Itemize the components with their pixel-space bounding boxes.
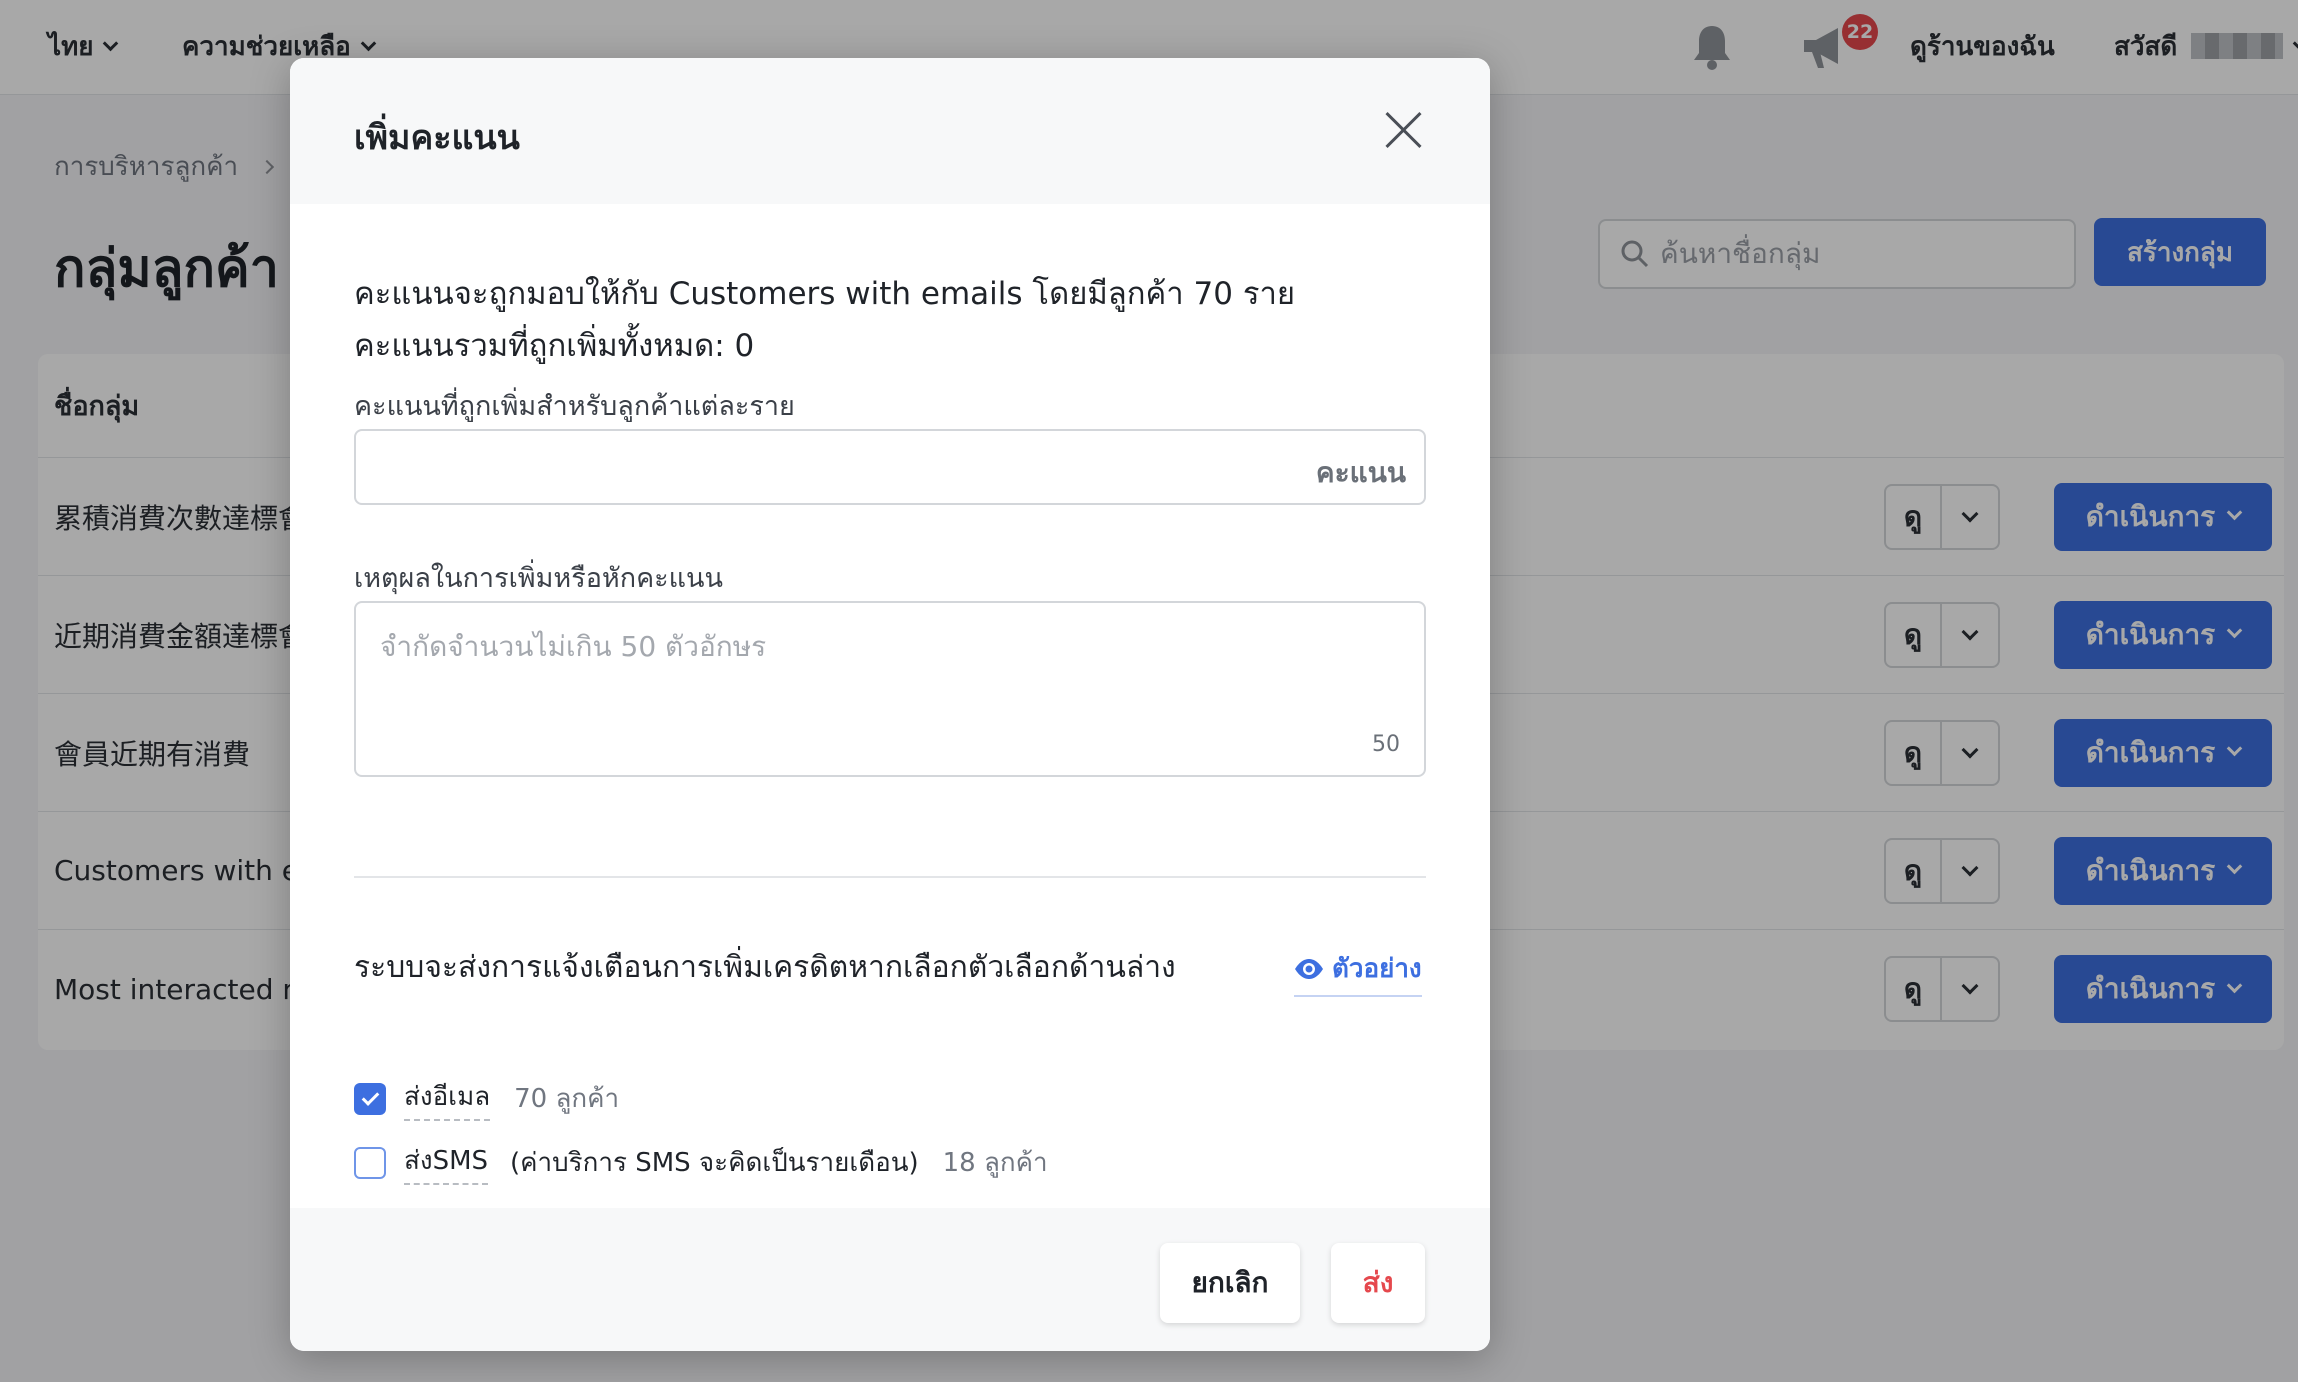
preview-label: ตัวอย่าง xyxy=(1332,954,1422,984)
dialog-title: เพิ่มคะแนน xyxy=(354,118,520,158)
character-counter: 50 xyxy=(1372,732,1400,757)
send-button[interactable]: ส่ง xyxy=(1331,1243,1425,1323)
send-email-option[interactable]: ส่งอีเมล 70 ลูกค้า xyxy=(354,1076,619,1121)
email-checkbox[interactable] xyxy=(354,1082,386,1115)
send-sms-option[interactable]: ส่งSMS (ค่าบริการ SMS จะคิดเป็นรายเดือน)… xyxy=(354,1140,1048,1185)
checkmark-icon xyxy=(361,1087,379,1106)
points-suffix: คะแนน xyxy=(1315,456,1406,489)
preview-link[interactable]: ตัวอย่าง xyxy=(1294,948,1422,997)
sms-option-label[interactable]: ส่งSMS xyxy=(404,1140,489,1185)
sms-checkbox[interactable] xyxy=(354,1146,386,1179)
divider xyxy=(354,876,1426,878)
dialog-footer: ยกเลิก ส่ง xyxy=(290,1208,1490,1351)
reason-textarea[interactable] xyxy=(356,603,1424,733)
sms-billing-note: (ค่าบริการ SMS จะคิดเป็นรายเดือน) xyxy=(510,1148,919,1178)
points-field-label: คะแนนที่ถูกเพิ่มสำหรับลูกค้าแต่ละราย xyxy=(354,391,795,422)
email-customer-count: 70 ลูกค้า xyxy=(514,1084,620,1114)
notification-description: ระบบจะส่งการแจ้งเตือนการเพิ่มเครดิตหากเล… xyxy=(354,950,1176,985)
points-input[interactable] xyxy=(356,431,1256,503)
cancel-button[interactable]: ยกเลิก xyxy=(1160,1243,1300,1323)
recipient-info: คะแนนจะถูกมอบให้กับ Customers with email… xyxy=(354,276,1296,312)
total-points-info: คะแนนรวมที่ถูกเพิ่มทั้งหมด: 0 xyxy=(354,328,755,364)
add-points-dialog: เพิ่มคะแนน คะแนนจะถูกมอบให้กับ Customers… xyxy=(290,58,1490,1351)
sms-customer-count: 18 ลูกค้า xyxy=(942,1148,1048,1178)
points-field[interactable]: คะแนน xyxy=(354,429,1426,505)
email-option-label[interactable]: ส่งอีเมล xyxy=(404,1076,491,1121)
close-icon[interactable] xyxy=(1382,108,1426,152)
reason-field-label: เหตุผลในการเพิ่มหรือหักคะแนน xyxy=(354,563,723,594)
eye-icon xyxy=(1295,958,1323,979)
dialog-header: เพิ่มคะแนน xyxy=(290,58,1490,204)
reason-field[interactable]: 50 xyxy=(354,601,1426,777)
